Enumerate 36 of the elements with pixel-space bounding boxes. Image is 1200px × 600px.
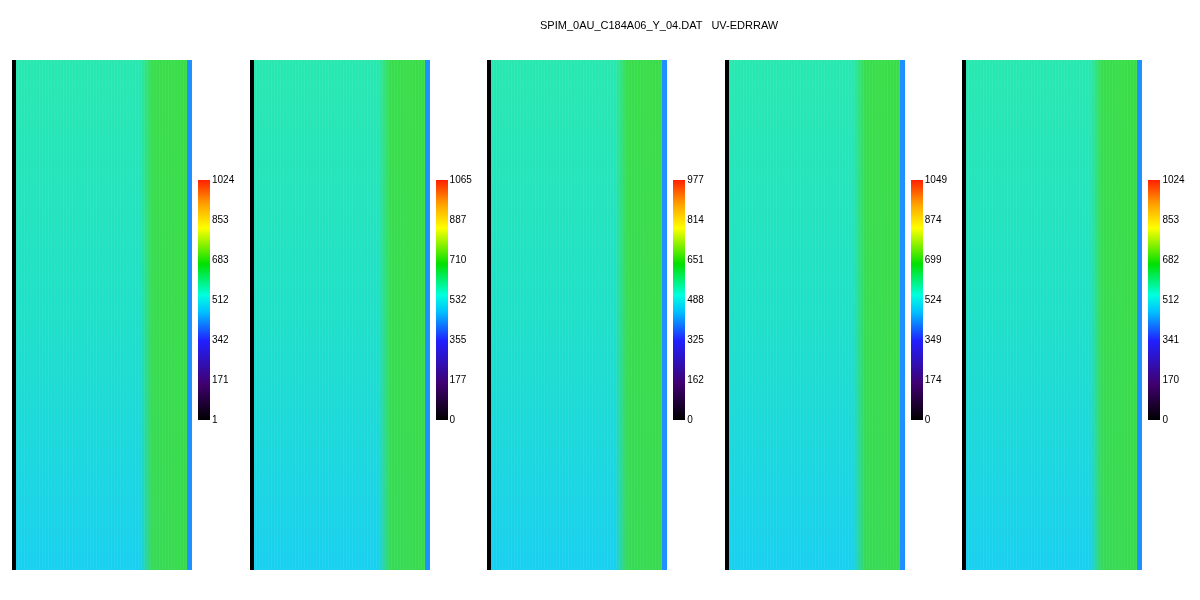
colorbar-label: 0 xyxy=(1162,414,1169,426)
colorbar-label: 524 xyxy=(924,294,943,306)
colorbar-label: 651 xyxy=(687,254,704,266)
colorbar-label: 177 xyxy=(449,374,468,386)
colorbar-label: 699 xyxy=(924,254,943,266)
colorbar-label: 174 xyxy=(924,374,943,386)
colorbar-label: 1049 xyxy=(924,174,948,186)
colorbar-label: 532 xyxy=(449,294,468,306)
colorbar-label: 349 xyxy=(924,334,943,346)
colorbar-label: 1065 xyxy=(449,174,472,186)
colorbar-label: 1024 xyxy=(212,174,235,186)
plot-title: SPIM_0AU_C184A06_Y_04.DAT UV-EDRRAW xyxy=(540,19,779,31)
colorbar-label: 0 xyxy=(924,414,932,426)
colorbar-label: 853 xyxy=(1162,214,1181,226)
colorbar-label: 355 xyxy=(449,334,468,346)
colorbar-label: 325 xyxy=(687,334,704,346)
colorbar-label: 1024 xyxy=(1162,174,1185,186)
colorbar-label: 874 xyxy=(924,214,943,226)
colorbar-label: 0 xyxy=(687,414,694,426)
colorbar-label: 488 xyxy=(687,294,704,306)
colorbar-label: 342 xyxy=(212,334,230,346)
colorbar-label: 171 xyxy=(212,374,230,386)
colorbar-label: 683 xyxy=(212,254,230,266)
colorbar-label: 170 xyxy=(1162,374,1181,386)
colorbar-label: 512 xyxy=(212,294,230,306)
colorbar-label: 341 xyxy=(1162,334,1181,346)
colorbar-label: 887 xyxy=(449,214,468,226)
colorbar-label: 710 xyxy=(449,254,468,266)
colorbar-label: 853 xyxy=(212,214,230,226)
colorbar-label: 0 xyxy=(449,414,457,426)
colorbar-label: 814 xyxy=(687,214,704,226)
colorbar-label: 162 xyxy=(687,374,704,386)
colorbar-label: 512 xyxy=(1162,294,1181,306)
colorbar-label: 977 xyxy=(687,174,704,186)
colorbar-label: 1 xyxy=(212,414,219,426)
colorbar-label: 682 xyxy=(1162,254,1181,266)
